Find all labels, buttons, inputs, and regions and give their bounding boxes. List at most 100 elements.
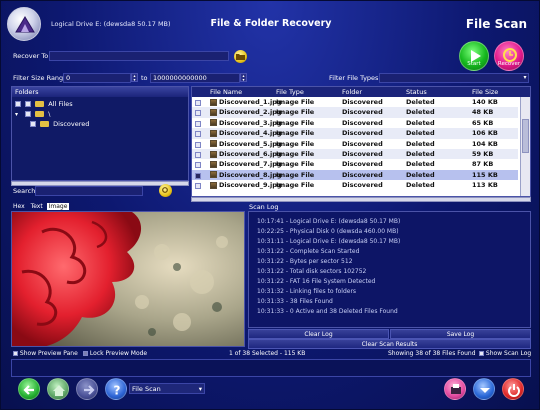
lock-preview-toggle[interactable]: Lock Preview Mode <box>83 350 147 357</box>
show-scan-log-toggle[interactable]: Show Scan Log <box>479 350 531 357</box>
chevron-down-icon <box>480 388 490 393</box>
file-size-cell: 104 KB <box>472 139 498 148</box>
browse-recover-to-button[interactable] <box>234 50 247 63</box>
col-file-size[interactable]: File Size <box>472 87 498 97</box>
status-cell: Deleted <box>406 170 435 179</box>
tree-item-root[interactable]: ▾ \ <box>15 109 50 119</box>
table-row[interactable]: Discovered_8.jpg Image File Discovered Dele… <box>192 169 518 181</box>
mode-select[interactable]: File Scan ▾ <box>129 383 205 394</box>
image-file-icon <box>210 119 217 127</box>
power-button[interactable] <box>502 378 524 400</box>
app-window: Logical Drive E: (dewsda8 50.17 MB) File… <box>0 0 540 410</box>
clear-scan-results-button[interactable]: Clear Scan Results <box>248 339 531 349</box>
file-name-cell: Discovered_4.jpg <box>210 128 282 138</box>
tab-image[interactable]: Image <box>46 203 70 210</box>
size-min-spinner[interactable]: ▴ ▾ <box>131 73 138 82</box>
image-file-icon <box>210 108 217 116</box>
col-folder[interactable]: Folder <box>342 87 362 97</box>
filter-types-select[interactable] <box>379 73 529 83</box>
folder-cell: Discovered <box>342 139 383 148</box>
mode-title: File Scan <box>465 17 527 31</box>
table-row[interactable]: Discovered_2.jpg Image File Discovered Dele… <box>192 107 518 118</box>
status-cell: Deleted <box>406 118 435 127</box>
col-file-name[interactable]: File Name <box>210 87 242 97</box>
col-status[interactable]: Status <box>406 87 427 97</box>
recover-to-input[interactable] <box>49 51 229 61</box>
table-row[interactable]: Discovered_1.jpg Image File Discovered Dele… <box>192 97 518 108</box>
selection-status: 1 of 38 Selected - 115 KB <box>229 350 306 357</box>
expand-icon[interactable]: ▾ <box>15 110 21 120</box>
table-hscroll[interactable] <box>191 197 531 202</box>
table-row[interactable]: Discovered_9.jpg Image File Discovered Dele… <box>192 180 518 191</box>
image-file-icon <box>210 150 217 158</box>
tree-checkbox[interactable] <box>25 111 32 117</box>
table-row[interactable]: Discovered_5.jpg Image File Discovered Dele… <box>192 138 518 149</box>
show-preview-toggle[interactable]: Show Preview Pane <box>13 350 78 357</box>
tree-item-all-files[interactable]: All Files <box>15 99 73 109</box>
table-row[interactable]: Discovered_6.jpg Image File Discovered Dele… <box>192 149 518 160</box>
search-button[interactable] <box>159 184 172 197</box>
scan-log-panel: 10:17:41 - Logical Drive E: (dewsda8 50.… <box>248 211 531 328</box>
lock-preview-label: Lock Preview Mode <box>89 350 148 357</box>
tree-checkbox[interactable] <box>15 101 21 107</box>
file-name-cell: Discovered_1.jpg <box>210 97 282 107</box>
recover-label: Recover <box>497 61 521 67</box>
chevron-down-icon: ▾ <box>198 385 202 393</box>
table-vscroll[interactable] <box>520 97 530 196</box>
start-label: Start <box>467 61 481 67</box>
file-type-cell: Image File <box>276 98 315 106</box>
minimize-button[interactable] <box>473 378 495 400</box>
folder-cell: Discovered <box>342 118 383 127</box>
scroll-thumb[interactable] <box>522 119 529 153</box>
table-row[interactable]: Discovered_3.jpg Image File Discovered Dele… <box>192 117 518 129</box>
size-min-input[interactable]: 0 <box>63 73 131 83</box>
tree-item-discovered[interactable]: Discovered <box>30 119 89 129</box>
table-row[interactable]: Discovered_7.jpg Image File Discovered Dele… <box>192 159 518 170</box>
folder-icon <box>35 101 45 107</box>
col-file-type[interactable]: File Type <box>276 87 304 97</box>
size-max-input[interactable]: 1000000000000 <box>150 73 240 83</box>
app-title: File & Folder Recovery <box>210 18 332 29</box>
show-preview-checkbox[interactable] <box>13 351 18 356</box>
status-cell: Deleted <box>406 108 435 117</box>
image-file-icon <box>210 129 217 137</box>
search-input[interactable] <box>35 186 143 196</box>
tab-text[interactable]: Text <box>29 203 45 210</box>
tree-item-label: Discovered <box>53 120 90 128</box>
tree-checkbox[interactable] <box>30 121 36 127</box>
chevron-down-icon[interactable]: ▾ <box>521 73 529 83</box>
tree-item-label: \ <box>48 110 51 118</box>
tab-hex[interactable]: Hex <box>11 203 27 210</box>
file-size-cell: 113 KB <box>472 181 498 190</box>
lock-preview-checkbox[interactable] <box>83 351 88 356</box>
help-button[interactable]: ? <box>105 378 127 400</box>
clear-log-button[interactable]: Clear Log <box>248 329 389 339</box>
folder-cell: Discovered <box>342 150 383 158</box>
file-name-cell: Discovered_9.jpg <box>210 180 282 190</box>
table-row[interactable]: Discovered_4.jpg Image File Discovered Dele… <box>192 128 518 139</box>
table-header: File Name File Type Folder Status File S… <box>192 87 530 97</box>
file-name-cell: Discovered_5.jpg <box>210 139 282 149</box>
status-cell: Deleted <box>406 129 435 138</box>
save-log-button[interactable]: Save Log <box>390 329 531 339</box>
print-button[interactable] <box>444 378 466 400</box>
log-line: 10:31:33 - 0 Active and 38 Deleted Files… <box>257 308 398 315</box>
back-button[interactable] <box>18 378 40 400</box>
file-type-cell: Image File <box>276 108 315 117</box>
file-size-cell: 140 KB <box>472 98 498 106</box>
search-label: Search <box>13 187 36 195</box>
filter-types-label: Filter File Types <box>329 74 379 82</box>
mode-select-value: File Scan <box>132 385 161 393</box>
row-checkbox[interactable] <box>195 181 201 191</box>
preview-image <box>12 212 244 346</box>
size-max-spinner[interactable]: ▴ ▾ <box>240 73 247 82</box>
forward-button[interactable] <box>76 378 98 400</box>
image-file-icon <box>210 160 217 168</box>
file-name: Discovered_6.jpg <box>219 150 282 158</box>
file-size-cell: 65 KB <box>472 118 494 127</box>
show-scan-log-checkbox[interactable] <box>479 351 484 356</box>
tree-checkbox[interactable] <box>25 101 32 107</box>
search-icon <box>162 187 168 193</box>
image-file-icon <box>210 181 217 189</box>
home-button[interactable] <box>47 378 69 400</box>
